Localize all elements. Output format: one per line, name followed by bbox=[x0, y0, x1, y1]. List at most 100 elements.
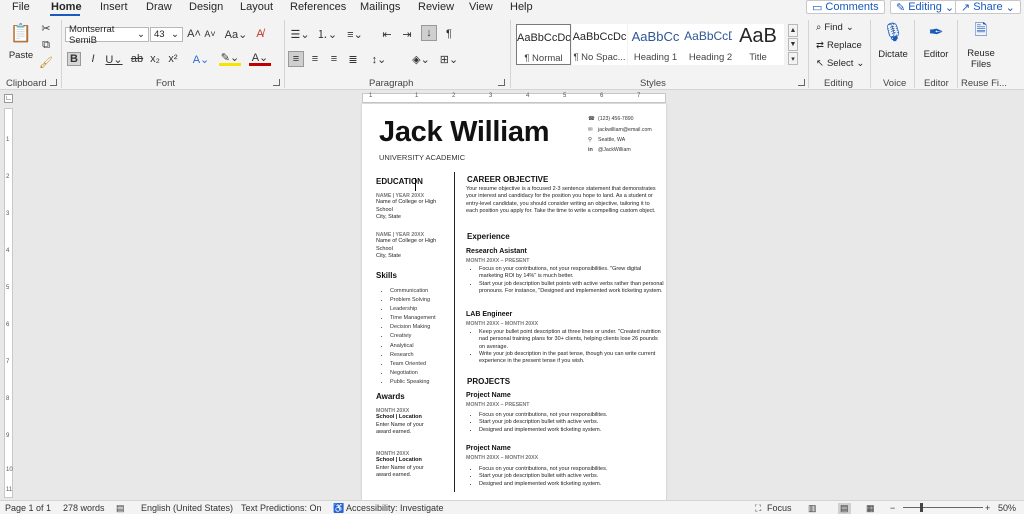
clipboard-launcher-icon[interactable] bbox=[50, 79, 57, 86]
accessibility-status[interactable]: Accessibility: Investigate bbox=[346, 503, 444, 513]
styles-launcher-icon[interactable] bbox=[798, 79, 805, 86]
style-no-spacing[interactable]: AaBbCcDc ¶ No Spac... bbox=[572, 24, 627, 65]
zoom-slider-thumb[interactable] bbox=[920, 503, 923, 512]
format-painter-icon[interactable]: 🖌 bbox=[39, 56, 53, 69]
linkedin-icon: in bbox=[588, 147, 593, 153]
style-title[interactable]: AaB Title bbox=[732, 24, 784, 65]
tab-design[interactable]: Design bbox=[189, 1, 223, 13]
read-mode-icon[interactable]: ▥ bbox=[808, 503, 817, 514]
list-item: Designed and implemented work ticketing … bbox=[479, 481, 664, 488]
tab-review[interactable]: Review bbox=[418, 1, 454, 13]
decrease-indent-icon[interactable]: ⇤ bbox=[380, 27, 394, 41]
justify-icon[interactable]: ≣ bbox=[346, 52, 360, 66]
editor-button[interactable]: Editor bbox=[920, 49, 952, 60]
dictate-button[interactable]: Dictate bbox=[876, 49, 910, 60]
copy-icon[interactable]: ⧉ bbox=[40, 39, 52, 51]
tab-view[interactable]: View bbox=[469, 1, 493, 13]
tab-mailings[interactable]: Mailings bbox=[360, 1, 400, 13]
paste-icon[interactable]: 📋 bbox=[10, 22, 32, 44]
list-item: Focus on your contributions, not your re… bbox=[479, 412, 664, 419]
subscript-button[interactable]: x₂ bbox=[148, 52, 162, 66]
editor-icon[interactable]: ✒ bbox=[926, 20, 946, 44]
underline-button[interactable]: U⌄ bbox=[104, 52, 124, 66]
bullets-icon[interactable]: ☰⌄ bbox=[289, 27, 311, 41]
zoom-level[interactable]: 50% bbox=[998, 503, 1016, 513]
page-count[interactable]: Page 1 of 1 bbox=[5, 503, 51, 513]
style-normal[interactable]: AaBbCcDc ¶ Normal bbox=[516, 24, 571, 65]
style-heading-1[interactable]: AaBbCc Heading 1 bbox=[628, 24, 683, 65]
contact-linkedin: in @JackWilliam bbox=[588, 147, 631, 153]
numbering-icon[interactable]: ⒈⌄ bbox=[316, 27, 338, 41]
zoom-in-icon[interactable]: + bbox=[985, 503, 990, 513]
vertical-ruler[interactable]: 1 2 3 4 5 6 7 8 9 10 11 bbox=[4, 108, 13, 498]
group-label-reuse-files: Reuse Fi... bbox=[961, 78, 1007, 89]
increase-indent-icon[interactable]: ⇥ bbox=[400, 27, 414, 41]
find-button[interactable]: ⌕ Find ⌄ bbox=[816, 22, 854, 33]
bold-button[interactable]: B bbox=[67, 52, 81, 66]
share-button[interactable]: ↗ Share ⌄ bbox=[955, 0, 1021, 14]
clear-formatting-icon[interactable]: A̸ bbox=[253, 27, 267, 41]
tab-draw[interactable]: Draw bbox=[146, 1, 172, 13]
tab-insert[interactable]: Insert bbox=[100, 1, 128, 13]
styles-more-icon[interactable]: ▾ bbox=[788, 52, 798, 65]
reuse-files-icon[interactable]: 🗎 bbox=[970, 20, 992, 44]
tab-home[interactable]: Home bbox=[51, 1, 82, 13]
line-spacing-icon[interactable]: ↕⌄ bbox=[368, 52, 390, 66]
focus-icon[interactable]: ⛶ bbox=[755, 503, 761, 514]
text-predictions-status[interactable]: Text Predictions: On bbox=[241, 503, 322, 513]
replace-button[interactable]: ⇄ Replace bbox=[816, 40, 862, 51]
font-name-box[interactable]: Montserrat SemiB ⌄ bbox=[65, 24, 149, 46]
superscript-button[interactable]: x² bbox=[166, 52, 180, 66]
word-count[interactable]: 278 words bbox=[63, 503, 105, 513]
job-dates: MONTH 20XX – MONTH 20XX bbox=[466, 321, 539, 327]
paste-button[interactable]: Paste bbox=[8, 50, 34, 61]
proofing-icon[interactable]: ▤ bbox=[116, 503, 125, 514]
shrink-font-icon[interactable]: A˅ bbox=[203, 27, 217, 41]
align-center-icon[interactable]: ≡ bbox=[308, 52, 322, 66]
tab-file[interactable]: File bbox=[12, 1, 30, 13]
align-left-icon[interactable]: ≡ bbox=[288, 51, 304, 67]
font-launcher-icon[interactable] bbox=[273, 79, 280, 86]
style-heading-2[interactable]: AaBbCcD Heading 2 bbox=[683, 24, 738, 65]
styles-scroll-down-icon[interactable]: ▼ bbox=[788, 38, 798, 51]
comments-button[interactable]: ▭ Comments bbox=[806, 0, 885, 14]
borders-icon[interactable]: ⊞⌄ bbox=[438, 52, 460, 66]
web-layout-icon[interactable]: ▦ bbox=[866, 503, 875, 514]
change-case-icon[interactable]: Aa⌄ bbox=[224, 27, 248, 41]
text-effects-icon[interactable]: A⌄ bbox=[190, 52, 212, 66]
accessibility-icon[interactable]: ♿ bbox=[333, 503, 344, 514]
select-button[interactable]: ↖ Select ⌄ bbox=[816, 58, 864, 69]
multilevel-list-icon[interactable]: ≡⌄ bbox=[344, 27, 366, 41]
horizontal-ruler[interactable]: 1 1 2 3 4 5 6 7 bbox=[362, 93, 666, 103]
show-formatting-icon[interactable]: ¶ bbox=[442, 27, 456, 41]
zoom-out-icon[interactable]: − bbox=[890, 503, 895, 513]
language-status[interactable]: English (United States) bbox=[141, 503, 233, 513]
list-item: Problem Solving bbox=[390, 296, 436, 305]
tab-selector-icon[interactable]: ∟ bbox=[4, 94, 13, 103]
sort-icon[interactable]: ↓ bbox=[421, 25, 437, 41]
highlight-color-icon[interactable]: ✎⌄ bbox=[219, 52, 241, 66]
print-layout-icon[interactable]: ▤ bbox=[838, 503, 851, 514]
list-item: Start your job description bullet with a… bbox=[479, 473, 664, 480]
focus-button[interactable]: Focus bbox=[767, 503, 792, 513]
cut-icon[interactable]: ✂ bbox=[40, 22, 52, 35]
strikethrough-button[interactable]: ab bbox=[130, 52, 144, 66]
tab-layout[interactable]: Layout bbox=[240, 1, 273, 13]
grow-font-icon[interactable]: A˄ bbox=[187, 27, 201, 41]
tab-help[interactable]: Help bbox=[510, 1, 533, 13]
document-page[interactable]: Jack William UNIVERSITY ACADEMIC ☎ (123) … bbox=[362, 104, 666, 500]
reuse-files-button[interactable]: Reuse Files bbox=[962, 48, 1000, 70]
zoom-slider[interactable] bbox=[903, 507, 983, 508]
microphone-icon[interactable]: 🎙 bbox=[882, 20, 905, 44]
editing-mode-button[interactable]: ✎ Editing ⌄ bbox=[890, 0, 961, 14]
resume-subtitle: UNIVERSITY ACADEMIC bbox=[379, 153, 466, 162]
education-heading: EDUCATION bbox=[376, 177, 423, 186]
shading-icon[interactable]: ◈⌄ bbox=[410, 52, 432, 66]
tab-references[interactable]: References bbox=[290, 1, 346, 13]
align-right-icon[interactable]: ≡ bbox=[327, 52, 341, 66]
italic-button[interactable]: I bbox=[87, 52, 99, 66]
font-color-icon[interactable]: A⌄ bbox=[249, 52, 271, 66]
styles-scroll-up-icon[interactable]: ▲ bbox=[788, 24, 798, 37]
paragraph-launcher-icon[interactable] bbox=[498, 79, 505, 86]
font-size-box[interactable]: 43 ⌄ bbox=[150, 27, 183, 42]
